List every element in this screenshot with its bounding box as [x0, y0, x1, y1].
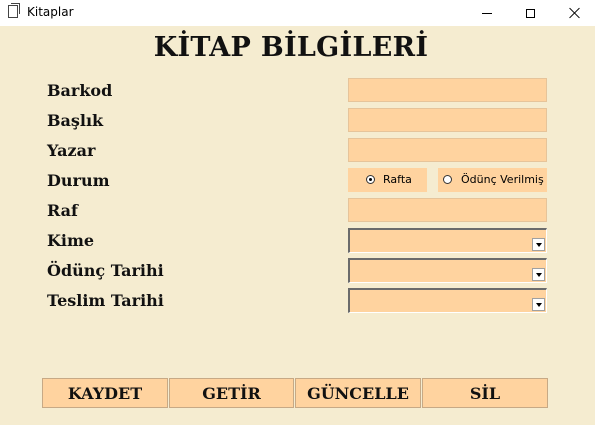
yazar-field[interactable]	[348, 138, 547, 162]
close-button[interactable]	[552, 0, 595, 26]
label-kime: Kime	[47, 231, 95, 250]
minimize-icon	[481, 13, 492, 14]
form-area: KİTAP BİLGİLERİ Barkod Başlık Yazar Duru…	[0, 26, 595, 425]
title-bar[interactable]: Kitaplar	[0, 0, 595, 26]
maximize-button[interactable]	[508, 0, 553, 26]
maximize-icon	[526, 8, 535, 18]
kime-combobox[interactable]	[348, 228, 547, 253]
raf-field[interactable]	[348, 198, 547, 222]
radio-odunc-verilmis-label: Ödünç Verilmiş	[461, 173, 544, 186]
radio-odunc-verilmis-indicator[interactable]	[443, 175, 452, 184]
chevron-down-icon[interactable]	[532, 298, 545, 311]
radio-odunc-verilmis[interactable]: Ödünç Verilmiş	[438, 168, 547, 192]
teslim-tarihi-picker[interactable]	[348, 288, 547, 313]
update-button[interactable]: GÜNCELLE	[295, 378, 421, 408]
chevron-down-icon[interactable]	[532, 268, 545, 281]
window-title: Kitaplar	[27, 5, 74, 19]
radio-rafta-indicator[interactable]	[366, 175, 375, 184]
label-barkod: Barkod	[47, 81, 113, 100]
delete-button[interactable]: SİL	[422, 378, 548, 408]
label-odunc-tarihi: Ödünç Tarihi	[47, 261, 164, 280]
label-durum: Durum	[47, 171, 110, 190]
kitaplar-window: Kitaplar KİTAP BİLGİLERİ Barkod Başlık Y…	[0, 0, 595, 425]
minimize-button[interactable]	[464, 0, 509, 26]
odunc-tarihi-picker[interactable]	[348, 258, 547, 283]
close-icon	[569, 7, 581, 19]
label-teslim-tarihi: Teslim Tarihi	[47, 291, 164, 310]
chevron-down-icon[interactable]	[532, 238, 545, 251]
label-raf: Raf	[47, 201, 78, 220]
label-baslik: Başlık	[47, 111, 104, 130]
baslik-field[interactable]	[348, 108, 547, 132]
radio-rafta-label: Rafta	[383, 173, 412, 186]
barkod-field[interactable]	[348, 78, 547, 102]
radio-rafta[interactable]: Rafta	[348, 168, 427, 192]
fetch-button[interactable]: GETİR	[169, 378, 294, 408]
save-button[interactable]: KAYDET	[42, 378, 168, 408]
label-yazar: Yazar	[47, 141, 96, 160]
window-icon	[8, 3, 20, 18]
form-heading: KİTAP BİLGİLERİ	[153, 32, 429, 63]
